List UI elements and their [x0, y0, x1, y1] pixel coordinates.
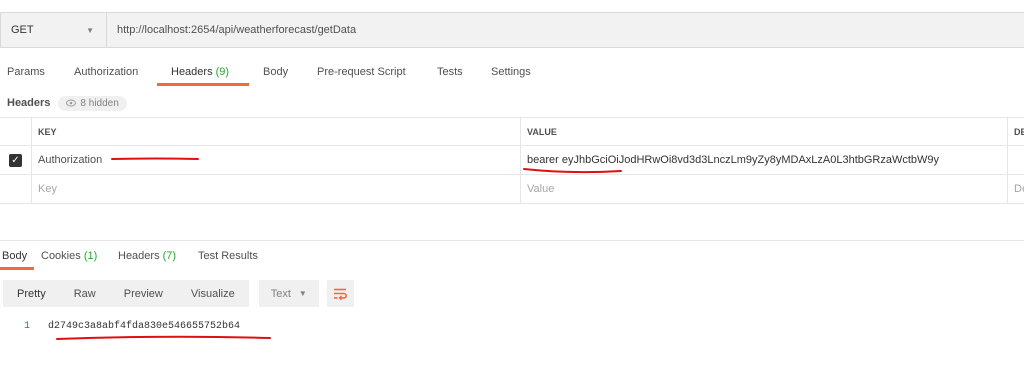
format-select[interactable]: Text ▼ — [258, 280, 319, 307]
column-header-value: VALUE — [520, 118, 1007, 145]
view-mode-group: Pretty Raw Preview Visualize — [3, 280, 249, 307]
tab-body[interactable]: Body — [263, 66, 288, 78]
response-editor[interactable]: 1 d2749c3a8abf4fda830e546655752b64 — [0, 318, 240, 334]
tab-response-headers[interactable]: Headers (7) — [118, 250, 176, 262]
chevron-down-icon: ▼ — [86, 25, 94, 35]
table-row: Key Value De — [0, 175, 1024, 204]
hidden-headers-toggle[interactable]: 8 hidden — [58, 95, 127, 111]
row-check-cell — [0, 175, 31, 203]
request-tabs: Params Authorization Headers (9) Body Pr… — [0, 62, 600, 88]
table-header-row: KEY VALUE DE — [0, 118, 1024, 146]
annotation-underline-value — [523, 168, 622, 174]
response-content: d2749c3a8abf4fda830e546655752b64 — [48, 320, 241, 332]
tab-test-results[interactable]: Test Results — [198, 250, 258, 262]
url-input[interactable]: http://localhost:2654/api/weatherforecas… — [107, 24, 356, 36]
wrap-lines-button[interactable] — [326, 280, 354, 307]
response-tabs: Body Cookies (1) Headers (7) Test Result… — [0, 249, 400, 270]
active-tab-indicator — [157, 83, 249, 86]
response-headers-count: (7) — [162, 250, 177, 262]
tab-pre-request-script[interactable]: Pre-request Script — [317, 66, 406, 78]
tab-params[interactable]: Params — [7, 66, 45, 78]
new-value-field[interactable]: Value — [520, 175, 1007, 203]
enabled-checkbox[interactable]: ✓ — [9, 153, 22, 167]
request-url-bar: GET ▼ http://localhost:2654/api/weatherf… — [0, 12, 1024, 48]
annotation-underline-response — [56, 335, 271, 340]
tab-cookies[interactable]: Cookies (1) — [41, 250, 97, 262]
tab-settings[interactable]: Settings — [491, 66, 531, 78]
format-label: Text — [270, 287, 291, 300]
new-key-field[interactable]: Key — [31, 175, 520, 203]
header-description-field[interactable] — [1007, 146, 1024, 174]
method-label: GET — [11, 24, 34, 36]
column-header-key: KEY — [31, 118, 520, 145]
line-number: 1 — [23, 320, 30, 332]
column-header-description: DE — [1007, 118, 1024, 145]
eye-icon — [66, 99, 77, 107]
response-toolbar: Pretty Raw Preview Visualize Text ▼ — [3, 280, 354, 307]
chevron-down-icon: ▼ — [298, 289, 307, 298]
raw-button[interactable]: Raw — [60, 288, 110, 300]
active-response-tab-indicator — [0, 267, 34, 270]
hidden-count: 8 hidden — [80, 97, 119, 109]
tab-headers[interactable]: Headers (9) — [171, 66, 229, 78]
response-divider — [0, 240, 1024, 241]
header-check-cell — [0, 118, 31, 145]
new-description-field[interactable]: De — [1007, 175, 1024, 203]
wrap-icon — [334, 288, 348, 300]
header-value-text: bearer eyJhbGciOiJodHRwOi8vd3d3LnczLm9yZ… — [527, 154, 940, 166]
headers-section-label: Headers 8 hidden — [7, 95, 127, 111]
tab-authorization[interactable]: Authorization — [74, 66, 138, 78]
preview-button[interactable]: Preview — [110, 288, 177, 300]
header-key-field[interactable]: Authorization — [31, 146, 520, 174]
annotation-underline-key — [111, 157, 199, 160]
tab-response-body[interactable]: Body — [2, 250, 27, 262]
headers-title: Headers — [7, 97, 51, 109]
visualize-button[interactable]: Visualize — [177, 288, 249, 300]
method-select[interactable]: GET ▼ — [1, 13, 107, 47]
headers-count: (9) — [215, 66, 230, 78]
cookies-count: (1) — [83, 250, 98, 262]
tab-tests[interactable]: Tests — [437, 66, 463, 78]
row-check-cell: ✓ — [0, 146, 31, 174]
pretty-button[interactable]: Pretty — [3, 288, 60, 300]
